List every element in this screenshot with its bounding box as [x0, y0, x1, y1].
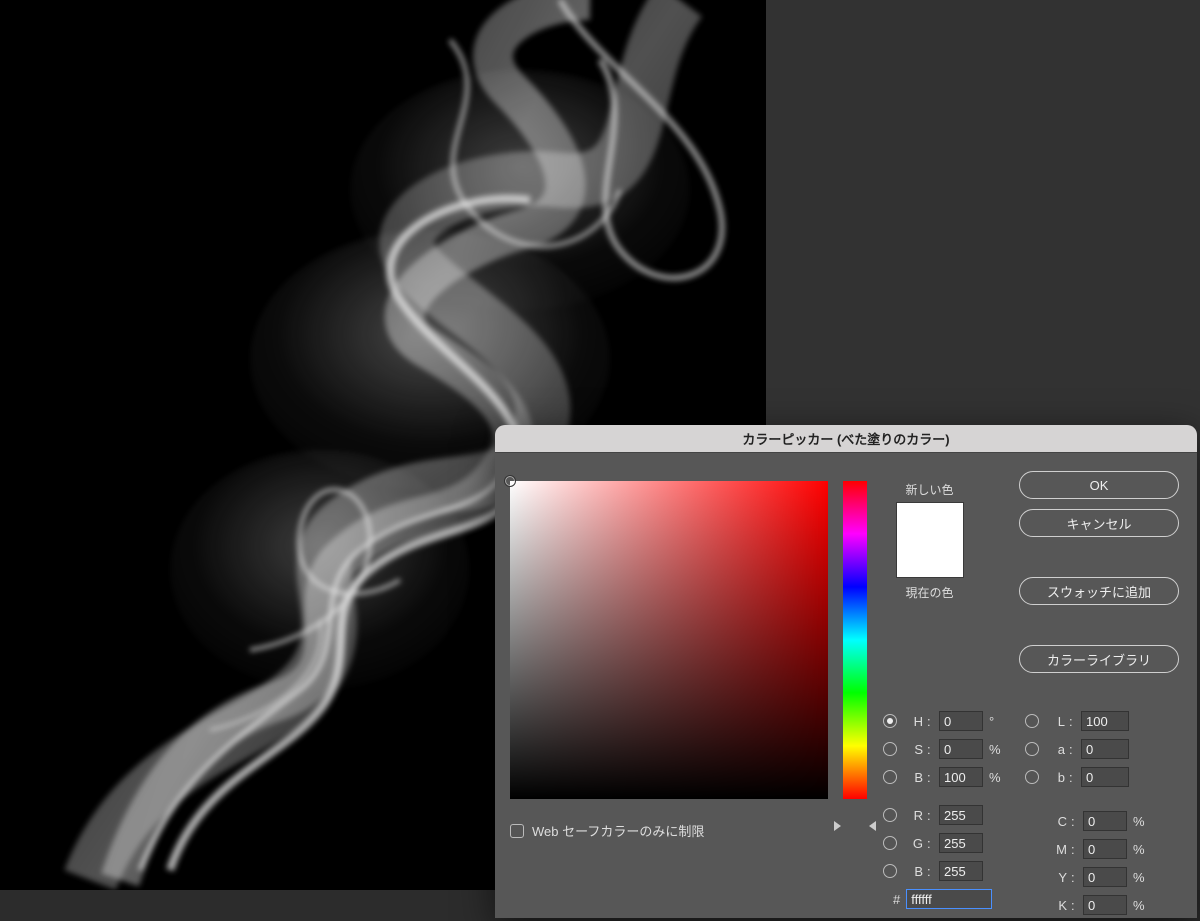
input-r[interactable]: [939, 805, 983, 825]
new-color-label: 新しい色: [887, 481, 972, 498]
input-l[interactable]: [1081, 711, 1129, 731]
unit-k: %: [1131, 898, 1147, 913]
dialog-button-column: OK キャンセル スウォッチに追加 カラーライブラリ: [1019, 471, 1179, 673]
label-s: S: [901, 742, 923, 757]
label-c: C: [1045, 814, 1067, 829]
radio-b[interactable]: [883, 864, 897, 878]
color-preview: 新しい色 現在の色: [887, 481, 972, 601]
hex-row: #: [893, 889, 992, 909]
lab-column: L: a: b:: [1025, 707, 1129, 791]
cmyk-column: C: % M: % Y: % K: %: [1045, 807, 1147, 918]
unit-s: %: [987, 742, 1003, 757]
input-y[interactable]: [1083, 867, 1127, 887]
rgb-column: R: G: B:: [883, 801, 1003, 885]
websafe-checkbox[interactable]: [510, 824, 524, 838]
input-s[interactable]: [939, 739, 983, 759]
label-b: B: [901, 864, 923, 879]
color-picker-dialog: カラーピッカー (べた塗りのカラー) 新しい色 現在の色 OK キャンセル スウ…: [495, 425, 1197, 918]
radio-r[interactable]: [883, 808, 897, 822]
input-g[interactable]: [939, 833, 983, 853]
dialog-body: 新しい色 現在の色 OK キャンセル スウォッチに追加 カラーライブラリ: [495, 453, 1197, 918]
sb-cursor[interactable]: [504, 475, 516, 487]
ok-button[interactable]: OK: [1019, 471, 1179, 499]
unit-m: %: [1131, 842, 1147, 857]
radio-h[interactable]: [883, 714, 897, 728]
label-g: G: [901, 836, 923, 851]
current-color-label: 現在の色: [887, 584, 972, 601]
add-to-swatches-button[interactable]: スウォッチに追加: [1019, 577, 1179, 605]
label-l: L: [1043, 714, 1065, 729]
hue-slider[interactable]: [843, 481, 867, 799]
input-hex[interactable]: [906, 889, 992, 909]
label-h: H: [901, 714, 923, 729]
input-c[interactable]: [1083, 811, 1127, 831]
input-b[interactable]: [939, 861, 983, 881]
unit-h: °: [987, 714, 1003, 729]
radio-v[interactable]: [883, 770, 897, 784]
unit-y: %: [1131, 870, 1147, 885]
color-swatch[interactable]: [896, 502, 964, 578]
dialog-title[interactable]: カラーピッカー (べた塗りのカラー): [495, 425, 1197, 453]
input-a[interactable]: [1081, 739, 1129, 759]
label-lab-b: b: [1043, 770, 1065, 785]
radio-a[interactable]: [1025, 742, 1039, 756]
websafe-label: Web セーフカラーのみに制限: [532, 821, 704, 840]
current-color-swatch[interactable]: [897, 540, 963, 577]
color-libraries-button[interactable]: カラーライブラリ: [1019, 645, 1179, 673]
hue-slider-thumb-left[interactable]: [834, 821, 841, 831]
input-m[interactable]: [1083, 839, 1127, 859]
radio-s[interactable]: [883, 742, 897, 756]
saturation-brightness-field[interactable]: [510, 481, 828, 799]
hue-slider-thumb-right[interactable]: [869, 821, 876, 831]
input-v[interactable]: [939, 767, 983, 787]
label-a: a: [1043, 742, 1065, 757]
radio-lab-b[interactable]: [1025, 770, 1039, 784]
radio-l[interactable]: [1025, 714, 1039, 728]
label-v: B: [901, 770, 923, 785]
radio-g[interactable]: [883, 836, 897, 850]
unit-v: %: [987, 770, 1003, 785]
label-y: Y: [1045, 870, 1067, 885]
cancel-button[interactable]: キャンセル: [1019, 509, 1179, 537]
label-m: M: [1045, 842, 1067, 857]
hex-prefix: #: [893, 892, 900, 907]
input-k[interactable]: [1083, 895, 1127, 915]
input-h[interactable]: [939, 711, 983, 731]
hsb-column: H: ° S: % B: %: [883, 707, 1003, 791]
new-color-swatch[interactable]: [897, 503, 963, 540]
unit-c: %: [1131, 814, 1147, 829]
input-lab-b[interactable]: [1081, 767, 1129, 787]
websafe-row: Web セーフカラーのみに制限: [510, 821, 704, 840]
label-k: K: [1045, 898, 1067, 913]
label-r: R: [901, 808, 923, 823]
